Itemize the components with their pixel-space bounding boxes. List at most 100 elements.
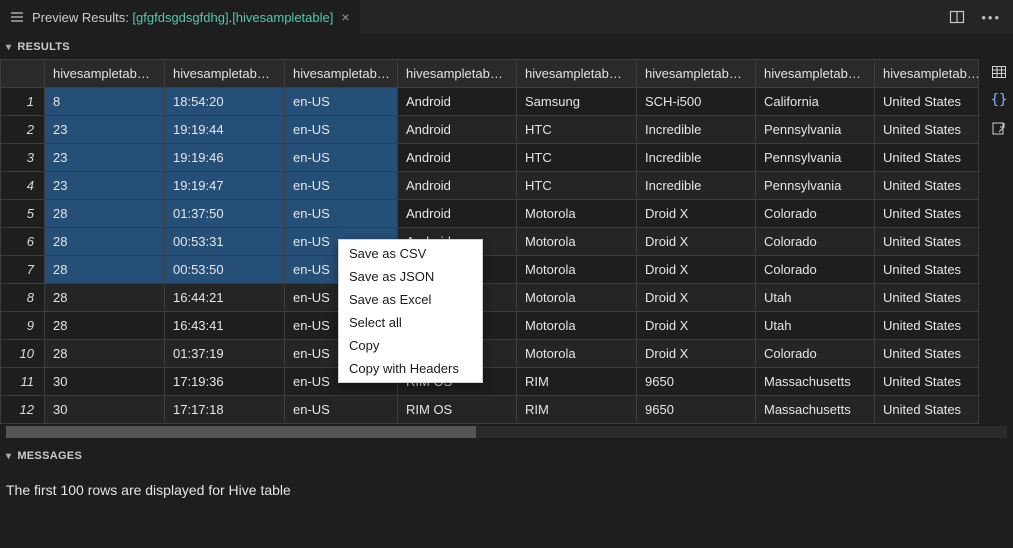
context-menu-item[interactable]: Select all	[339, 311, 482, 334]
cell[interactable]: 8	[45, 88, 165, 116]
cell[interactable]: United States	[875, 284, 979, 312]
cell[interactable]: 17:19:36	[165, 368, 285, 396]
cell[interactable]: 30	[45, 396, 165, 424]
row-number[interactable]: 4	[1, 172, 45, 200]
cell[interactable]: Incredible	[637, 116, 756, 144]
column-header[interactable]: hivesampletab…	[875, 60, 979, 88]
cell[interactable]: 00:53:50	[165, 256, 285, 284]
context-menu-item[interactable]: Save as Excel	[339, 288, 482, 311]
table-row[interactable]: 52801:37:50en-USAndroidMotorolaDroid XCo…	[1, 200, 979, 228]
cell[interactable]: Droid X	[637, 284, 756, 312]
column-header[interactable]: hivesampletab…	[45, 60, 165, 88]
column-header[interactable]: hivesampletab…	[165, 60, 285, 88]
scrollbar-thumb[interactable]	[6, 426, 476, 438]
cell[interactable]: 16:44:21	[165, 284, 285, 312]
column-header[interactable]: hivesampletab…	[756, 60, 875, 88]
export-icon[interactable]	[990, 119, 1008, 137]
column-header[interactable]: hivesampletab…	[285, 60, 398, 88]
context-menu-item[interactable]: Save as CSV	[339, 242, 482, 265]
cell[interactable]: 19:19:47	[165, 172, 285, 200]
cell[interactable]: 16:43:41	[165, 312, 285, 340]
table-row[interactable]: 92816:43:41en-USMotorolaDroid XUtahUnite…	[1, 312, 979, 340]
table-row[interactable]: 32319:19:46en-USAndroidHTCIncrediblePenn…	[1, 144, 979, 172]
cell[interactable]: United States	[875, 228, 979, 256]
cell[interactable]: Colorado	[756, 256, 875, 284]
cell[interactable]: Pennsylvania	[756, 144, 875, 172]
cell[interactable]: United States	[875, 144, 979, 172]
close-icon[interactable]: ×	[341, 9, 349, 25]
table-row[interactable]: 123017:17:18en-USRIM OSRIM9650Massachuse…	[1, 396, 979, 424]
cell[interactable]: RIM	[517, 368, 637, 396]
cell[interactable]: Motorola	[517, 312, 637, 340]
cell[interactable]: Motorola	[517, 284, 637, 312]
cell[interactable]: Utah	[756, 284, 875, 312]
row-number[interactable]: 2	[1, 116, 45, 144]
row-number[interactable]: 12	[1, 396, 45, 424]
cell[interactable]: HTC	[517, 144, 637, 172]
split-editor-icon[interactable]	[949, 9, 965, 25]
messages-header[interactable]: ▾ MESSAGES	[0, 444, 1013, 468]
cell[interactable]: 28	[45, 200, 165, 228]
context-menu-item[interactable]: Copy with Headers	[339, 357, 482, 380]
cell[interactable]: United States	[875, 340, 979, 368]
cell[interactable]: 30	[45, 368, 165, 396]
cell[interactable]: SCH-i500	[637, 88, 756, 116]
cell[interactable]: Droid X	[637, 312, 756, 340]
table-row[interactable]: 1818:54:20en-USAndroidSamsungSCH-i500Cal…	[1, 88, 979, 116]
cell[interactable]: Utah	[756, 312, 875, 340]
cell[interactable]: Android	[398, 200, 517, 228]
cell[interactable]: 28	[45, 228, 165, 256]
cell[interactable]: 9650	[637, 368, 756, 396]
cell[interactable]: 01:37:19	[165, 340, 285, 368]
cell[interactable]: 9650	[637, 396, 756, 424]
row-number[interactable]: 11	[1, 368, 45, 396]
cell[interactable]: United States	[875, 368, 979, 396]
cell[interactable]: Android	[398, 116, 517, 144]
grid-corner[interactable]	[1, 60, 45, 88]
cell[interactable]: HTC	[517, 116, 637, 144]
cell[interactable]: Motorola	[517, 256, 637, 284]
table-row[interactable]: 82816:44:21en-USMotorolaDroid XUtahUnite…	[1, 284, 979, 312]
cell[interactable]: 28	[45, 256, 165, 284]
cell[interactable]: en-US	[285, 172, 398, 200]
results-grid[interactable]: hivesampletab…hivesampletab…hivesampleta…	[0, 59, 979, 424]
cell[interactable]: 23	[45, 144, 165, 172]
cell[interactable]: Motorola	[517, 228, 637, 256]
braces-icon[interactable]: {}	[990, 91, 1008, 109]
cell[interactable]: Pennsylvania	[756, 172, 875, 200]
table-row[interactable]: 42319:19:47en-USAndroidHTCIncrediblePenn…	[1, 172, 979, 200]
cell[interactable]: 01:37:50	[165, 200, 285, 228]
cell[interactable]: 28	[45, 340, 165, 368]
column-header[interactable]: hivesampletab…	[398, 60, 517, 88]
cell[interactable]: en-US	[285, 116, 398, 144]
row-number[interactable]: 6	[1, 228, 45, 256]
cell[interactable]: Samsung	[517, 88, 637, 116]
cell[interactable]: United States	[875, 200, 979, 228]
cell[interactable]: en-US	[285, 144, 398, 172]
table-icon[interactable]	[990, 63, 1008, 81]
cell[interactable]: 00:53:31	[165, 228, 285, 256]
cell[interactable]: 28	[45, 284, 165, 312]
table-row[interactable]: 102801:37:19en-USMotorolaDroid XColorado…	[1, 340, 979, 368]
table-row[interactable]: 22319:19:44en-USAndroidHTCIncrediblePenn…	[1, 116, 979, 144]
row-number[interactable]: 3	[1, 144, 45, 172]
horizontal-scrollbar[interactable]	[6, 426, 1007, 438]
cell[interactable]: Colorado	[756, 228, 875, 256]
cell[interactable]: Droid X	[637, 256, 756, 284]
more-icon[interactable]: •••	[981, 10, 1001, 25]
cell[interactable]: Massachusetts	[756, 396, 875, 424]
cell[interactable]: en-US	[285, 396, 398, 424]
cell[interactable]: Massachusetts	[756, 368, 875, 396]
cell[interactable]: en-US	[285, 200, 398, 228]
cell[interactable]: 18:54:20	[165, 88, 285, 116]
cell[interactable]: Motorola	[517, 340, 637, 368]
cell[interactable]: Incredible	[637, 172, 756, 200]
row-number[interactable]: 8	[1, 284, 45, 312]
cell[interactable]: HTC	[517, 172, 637, 200]
cell[interactable]: 23	[45, 116, 165, 144]
context-menu-item[interactable]: Copy	[339, 334, 482, 357]
column-header[interactable]: hivesampletab…	[517, 60, 637, 88]
context-menu-item[interactable]: Save as JSON	[339, 265, 482, 288]
cell[interactable]: 19:19:44	[165, 116, 285, 144]
cell[interactable]: United States	[875, 396, 979, 424]
